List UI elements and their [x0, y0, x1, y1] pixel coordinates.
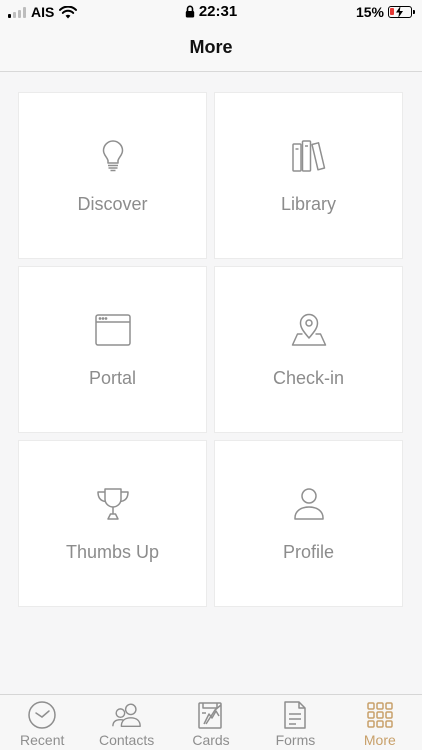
tab-label: Cards: [192, 732, 230, 748]
contacts-icon: [111, 700, 143, 730]
lock-icon: [185, 5, 195, 18]
tab-recent[interactable]: Recent: [0, 695, 84, 750]
status-right: 15%: [355, 4, 415, 20]
tile-portal[interactable]: Portal: [18, 266, 207, 433]
more-menu-grid: Discover Library Portal Check-in Thumbs …: [18, 92, 403, 607]
browser-window-icon: [93, 310, 133, 350]
map-pin-icon: [289, 310, 329, 350]
clock-time: 22:31: [198, 3, 238, 20]
lightbulb-icon: [93, 136, 133, 176]
grid-icon: [364, 700, 396, 730]
tile-discover[interactable]: Discover: [18, 92, 207, 259]
trophy-icon: [93, 484, 133, 524]
tab-bar: Recent Contacts Cards Forms More: [0, 694, 422, 750]
battery-icon: [388, 6, 415, 18]
tile-check-in[interactable]: Check-in: [214, 266, 403, 433]
clock-icon: [26, 700, 58, 730]
tile-thumbs-up[interactable]: Thumbs Up: [18, 440, 207, 607]
tile-label: Profile: [282, 542, 335, 562]
tab-contacts[interactable]: Contacts: [84, 695, 168, 750]
tile-label: Library: [280, 194, 337, 214]
tab-more[interactable]: More: [338, 695, 422, 750]
tile-label: Discover: [77, 194, 148, 214]
tile-profile[interactable]: Profile: [214, 440, 403, 607]
tile-label: Check-in: [272, 368, 345, 388]
tab-forms[interactable]: Forms: [253, 695, 337, 750]
battery-percent: 15%: [355, 4, 384, 20]
tile-label: Thumbs Up: [65, 542, 160, 562]
person-icon: [289, 484, 329, 524]
tab-label: Contacts: [98, 732, 155, 748]
tile-library[interactable]: Library: [214, 92, 403, 259]
screen: AIS 22:31 15% More Discover Library Port…: [0, 0, 422, 750]
status-bar: AIS 22:31 15%: [0, 0, 422, 24]
nav-bar: More: [0, 24, 422, 72]
cards-icon: [195, 700, 227, 730]
tab-cards[interactable]: Cards: [169, 695, 253, 750]
tab-label: Recent: [20, 732, 65, 748]
books-icon: [289, 136, 329, 176]
document-icon: [279, 700, 311, 730]
tab-label: More: [363, 732, 396, 748]
tab-label: Forms: [275, 732, 316, 748]
tile-label: Portal: [88, 368, 137, 388]
page-title: More: [189, 37, 233, 57]
